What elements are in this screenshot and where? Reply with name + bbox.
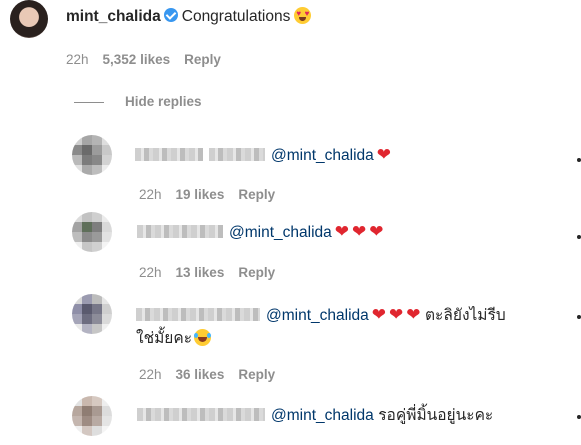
- avatar[interactable]: [10, 0, 48, 38]
- reply-comment: @mint_chalida รอคู่พี่มิ้นอยู่นะคะ: [137, 402, 493, 427]
- reply-button[interactable]: Reply: [238, 265, 275, 280]
- comment-text: ตะลิยังไม่รีบ: [424, 307, 506, 324]
- blurred-username: [137, 408, 265, 421]
- avatar[interactable]: [72, 212, 112, 252]
- reply-button[interactable]: Reply: [238, 367, 275, 382]
- comment-text: Congratulations: [181, 8, 291, 25]
- blurred-username: [136, 308, 260, 321]
- more-options-icon[interactable]: [577, 158, 581, 162]
- heart-emoji-icon: ❤: [334, 222, 350, 241]
- comment-meta: 22h 5,352 likes Reply: [66, 52, 235, 67]
- heart-emoji-icon: ❤: [371, 305, 387, 324]
- comment-meta: 22h 36 likes Reply: [139, 367, 289, 382]
- avatar[interactable]: [72, 294, 112, 334]
- comment-meta: 22h 13 likes Reply: [139, 265, 289, 280]
- timestamp: 22h: [66, 52, 89, 67]
- reply-comment-continued: ใช่มั้ยคะ: [136, 325, 212, 350]
- likes-count[interactable]: 19 likes: [176, 187, 225, 202]
- mention-link[interactable]: @mint_chalida: [266, 307, 369, 324]
- blurred-username: [209, 148, 265, 161]
- verified-badge-icon: [163, 8, 178, 22]
- likes-count[interactable]: 36 likes: [176, 367, 225, 382]
- timestamp: 22h: [139, 367, 162, 382]
- blurred-username: [137, 225, 223, 238]
- avatar[interactable]: [72, 135, 112, 175]
- blurred-username: [135, 148, 203, 161]
- heart-emoji-icon: ❤: [352, 222, 367, 241]
- main-comment: mint_chalida Congratulations ♥ ♥: [66, 7, 312, 26]
- heart-emoji-icon: ❤: [389, 305, 404, 324]
- avatar[interactable]: [72, 396, 112, 436]
- more-options-icon[interactable]: [577, 315, 581, 319]
- heart-emoji-icon: ❤: [376, 145, 392, 164]
- laughing-emoji-icon: [194, 329, 212, 346]
- comment-text: ใช่มั้ยคะ: [136, 330, 193, 347]
- timestamp: 22h: [139, 187, 162, 202]
- reply-comment: @mint_chalida ❤: [135, 145, 391, 165]
- comment-text: รอคู่พี่มิ้นอยู่นะคะ: [378, 407, 494, 424]
- reply-comment: @mint_chalida ❤ ❤ ❤ ตะลิยังไม่รีบ: [136, 302, 506, 327]
- more-options-icon[interactable]: [577, 235, 581, 239]
- mention-link[interactable]: @mint_chalida: [271, 407, 374, 424]
- divider-line: [74, 102, 104, 103]
- comment-meta: 22h 19 likes Reply: [139, 187, 289, 202]
- username[interactable]: mint_chalida: [66, 8, 161, 25]
- heart-emoji-icon: ❤: [406, 305, 421, 324]
- reply-comment: @mint_chalida ❤ ❤ ❤: [137, 222, 384, 242]
- heart-emoji-icon: ❤: [369, 222, 384, 241]
- likes-count[interactable]: 5,352 likes: [103, 52, 171, 67]
- more-options-icon[interactable]: [577, 415, 581, 419]
- reply-button[interactable]: Reply: [184, 52, 221, 67]
- reply-button[interactable]: Reply: [238, 187, 275, 202]
- mention-link[interactable]: @mint_chalida: [271, 147, 374, 164]
- likes-count[interactable]: 13 likes: [176, 265, 225, 280]
- timestamp: 22h: [139, 265, 162, 280]
- heart-eyes-emoji-icon: ♥ ♥: [294, 7, 312, 24]
- hide-replies-button[interactable]: Hide replies: [125, 94, 202, 109]
- mention-link[interactable]: @mint_chalida: [229, 224, 332, 241]
